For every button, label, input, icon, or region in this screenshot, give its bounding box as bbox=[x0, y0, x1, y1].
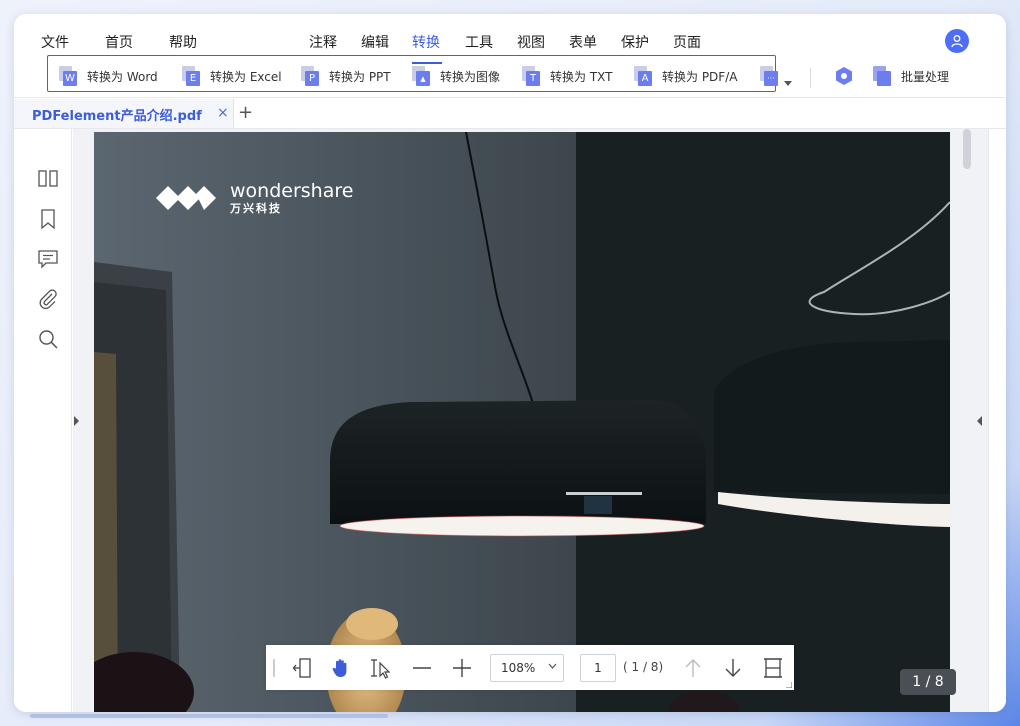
taskbar-strip bbox=[30, 714, 388, 718]
menu-convert[interactable]: 转换 bbox=[412, 32, 440, 52]
menu-view[interactable]: 视图 bbox=[517, 32, 545, 52]
batch-process-label: 批量处理 bbox=[901, 69, 950, 84]
menu-page[interactable]: 页面 bbox=[673, 32, 701, 52]
text-select-icon[interactable] bbox=[370, 657, 392, 679]
drag-handle-icon[interactable] bbox=[272, 659, 276, 677]
pdf-page bbox=[94, 132, 950, 712]
settings-button[interactable] bbox=[834, 65, 854, 87]
menu-home[interactable]: 首页 bbox=[105, 32, 133, 52]
document-tab-title: PDFelement产品介绍.pdf bbox=[32, 109, 202, 124]
menu-protect[interactable]: 保护 bbox=[621, 32, 649, 52]
page-navigation-bar: 108% 1 ( 1 / 8) bbox=[266, 645, 794, 690]
page-number-input[interactable]: 1 bbox=[580, 654, 616, 682]
search-icon[interactable] bbox=[36, 327, 60, 351]
comment-icon[interactable] bbox=[36, 247, 60, 271]
convert-to-pdfa-label: 转换为 PDF/A bbox=[662, 69, 738, 84]
left-sidebar bbox=[14, 129, 72, 712]
convert-to-txt-button[interactable]: T 转换为 TXT bbox=[522, 65, 613, 87]
convert-to-txt-label: 转换为 TXT bbox=[550, 69, 613, 84]
zoom-in-icon[interactable] bbox=[451, 657, 473, 679]
menu-comment[interactable]: 注释 bbox=[309, 32, 337, 52]
convert-to-ppt-label: 转换为 PPT bbox=[329, 69, 391, 84]
vertical-scrollbar[interactable] bbox=[963, 129, 971, 169]
menu-edit[interactable]: 编辑 bbox=[361, 32, 389, 52]
page-count: ( 1 / 8) bbox=[623, 660, 664, 674]
zoom-select[interactable]: 108% bbox=[490, 654, 564, 682]
fit-page-icon[interactable] bbox=[292, 657, 314, 679]
convert-to-excel-button[interactable]: E 转换为 Excel bbox=[182, 65, 282, 87]
convert-to-image-button[interactable]: ▲ 转换为图像 bbox=[412, 65, 500, 87]
bookmark-icon[interactable] bbox=[36, 207, 60, 231]
convert-to-ppt-button[interactable]: P 转换为 PPT bbox=[301, 65, 391, 87]
user-avatar[interactable] bbox=[945, 29, 969, 53]
hand-tool-icon[interactable] bbox=[330, 657, 352, 679]
convert-to-word-label: 转换为 Word bbox=[87, 69, 158, 84]
right-rail bbox=[988, 129, 1006, 712]
more-formats-button[interactable]: ··· bbox=[760, 65, 792, 87]
app-window: 文件 首页 帮助 注释 编辑 转换 工具 视图 表单 保护 页面 W 转换为 W… bbox=[14, 14, 1006, 712]
menu-tools[interactable]: 工具 bbox=[465, 32, 493, 52]
hexagon-settings-icon bbox=[836, 67, 852, 85]
more-file-icon: ··· bbox=[760, 66, 778, 86]
chevron-down-icon bbox=[548, 663, 557, 669]
brand-logo-text: wondershare bbox=[230, 180, 354, 202]
page-indicator-badge: 1 / 8 bbox=[900, 669, 956, 695]
user-icon bbox=[951, 35, 963, 48]
next-page-icon[interactable] bbox=[722, 657, 744, 679]
pdfa-file-icon: A bbox=[634, 66, 652, 86]
menu-form[interactable]: 表单 bbox=[569, 32, 597, 52]
zoom-out-icon[interactable] bbox=[411, 657, 433, 679]
convert-to-pdfa-button[interactable]: A 转换为 PDF/A bbox=[634, 65, 737, 87]
convert-to-excel-label: 转换为 Excel bbox=[210, 69, 282, 84]
attachment-icon[interactable] bbox=[36, 287, 60, 311]
collapse-left-icon[interactable] bbox=[74, 416, 79, 426]
menu-help[interactable]: 帮助 bbox=[169, 32, 197, 52]
panels-icon[interactable] bbox=[36, 167, 60, 191]
convert-to-image-label: 转换为图像 bbox=[440, 69, 501, 84]
batch-process-button[interactable]: 批量处理 bbox=[873, 65, 949, 87]
menu-file[interactable]: 文件 bbox=[41, 32, 69, 52]
fit-width-icon[interactable] bbox=[762, 657, 784, 679]
collapse-right-icon[interactable] bbox=[977, 416, 982, 426]
txt-file-icon: T bbox=[522, 66, 540, 86]
header-divider bbox=[14, 97, 1006, 98]
ppt-file-icon: P bbox=[301, 66, 319, 86]
add-tab-button[interactable]: + bbox=[238, 102, 253, 123]
excel-file-icon: E bbox=[182, 66, 200, 86]
word-file-icon: W bbox=[59, 66, 77, 86]
batch-icon bbox=[873, 66, 891, 86]
toolbar-divider bbox=[810, 68, 811, 88]
resize-corner-icon[interactable] bbox=[786, 682, 792, 688]
previous-page-icon[interactable] bbox=[682, 657, 704, 679]
close-icon[interactable]: × bbox=[217, 105, 229, 121]
cover-photo bbox=[94, 132, 950, 712]
convert-to-word-button[interactable]: W 转换为 Word bbox=[59, 65, 158, 87]
zoom-value: 108% bbox=[501, 661, 536, 675]
brand-logo-subtitle: 万兴科技 bbox=[230, 202, 282, 215]
chevron-down-icon bbox=[784, 81, 792, 86]
image-file-icon: ▲ bbox=[412, 66, 430, 86]
